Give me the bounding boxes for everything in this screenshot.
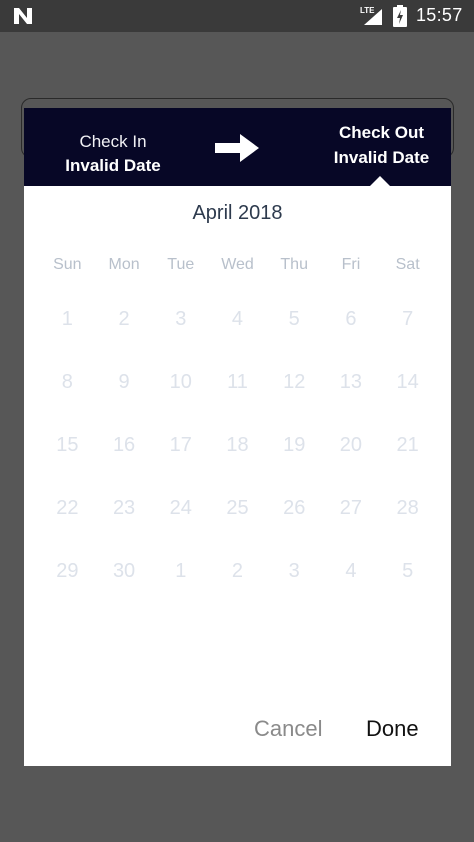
calendar-day[interactable]: 29: [39, 558, 96, 621]
battery-charging-icon: [393, 5, 407, 27]
weekday-label: Sat: [395, 256, 420, 273]
check-out-section[interactable]: Check Out Invalid Date: [319, 120, 444, 170]
weekday-label: Sun: [53, 256, 82, 273]
calendar-day[interactable]: 8: [39, 369, 96, 432]
calendar-day[interactable]: 3: [152, 306, 209, 369]
calendar-day[interactable]: 2: [96, 306, 153, 369]
calendar-day[interactable]: 22: [39, 495, 96, 558]
n-logo-icon: [14, 8, 32, 24]
calendar-day[interactable]: 19: [266, 432, 323, 495]
calendar-day[interactable]: 4: [209, 306, 266, 369]
calendar-day[interactable]: 6: [323, 306, 380, 369]
status-clock: 15:57: [416, 5, 463, 25]
calendar-day[interactable]: 12: [266, 369, 323, 432]
calendar-day[interactable]: 9: [96, 369, 153, 432]
calendar-day[interactable]: 17: [152, 432, 209, 495]
calendar-day[interactable]: 11: [209, 369, 266, 432]
check-in-value: Invalid Date: [65, 156, 161, 175]
calendar-day[interactable]: 26: [266, 495, 323, 558]
weekday-label: Thu: [280, 256, 308, 273]
calendar-day[interactable]: 15: [39, 432, 96, 495]
calendar-day[interactable]: 14: [379, 369, 436, 432]
calendar-day[interactable]: 18: [209, 432, 266, 495]
calendar-day-next-month[interactable]: 5: [379, 558, 436, 621]
calendar-day[interactable]: 5: [266, 306, 323, 369]
calendar-day[interactable]: 16: [96, 432, 153, 495]
calendar-day[interactable]: 7: [379, 306, 436, 369]
done-button[interactable]: Done: [366, 716, 419, 742]
check-out-label: Check Out: [338, 123, 425, 142]
calendar-day[interactable]: 24: [152, 495, 209, 558]
weekday-label: Mon: [108, 256, 140, 273]
check-in-label: Check In: [79, 132, 147, 151]
calendar-day[interactable]: 28: [379, 495, 436, 558]
signal-icon: [364, 9, 382, 25]
calendar-grid: 1 2 3 4 5 6 7 8 9 10 11 12 13 14 15 16 1…: [39, 306, 436, 621]
weekday-label: Tue: [167, 256, 195, 273]
cancel-button[interactable]: Cancel: [254, 716, 322, 742]
calendar-day-next-month[interactable]: 4: [323, 558, 380, 621]
date-picker-dialog: Check In Invalid Date Check Out Invalid …: [24, 108, 451, 766]
calendar-day[interactable]: 25: [209, 495, 266, 558]
calendar-day-next-month[interactable]: 2: [209, 558, 266, 621]
weekday-header: Sun Mon Tue Wed Thu Fri Sat: [39, 256, 436, 274]
status-bar: LTE 15:57: [0, 0, 474, 32]
calendar-day[interactable]: 21: [379, 432, 436, 495]
month-title: April 2018: [192, 202, 283, 224]
calendar-day[interactable]: 20: [323, 432, 380, 495]
calendar-day[interactable]: 10: [152, 369, 209, 432]
date-range-header: Check In Invalid Date Check Out Invalid …: [24, 108, 451, 186]
calendar-day[interactable]: 27: [323, 495, 380, 558]
calendar-day-next-month[interactable]: 1: [152, 558, 209, 621]
check-in-section[interactable]: Check In Invalid Date: [44, 130, 182, 178]
check-out-value: Invalid Date: [333, 148, 430, 167]
weekday-label: Fri: [341, 256, 361, 273]
calendar-day[interactable]: 13: [323, 369, 380, 432]
selection-pointer: [370, 176, 390, 186]
calendar-day[interactable]: 1: [39, 306, 96, 369]
arrow-right-icon: [215, 134, 259, 162]
calendar-day[interactable]: 30: [96, 558, 153, 621]
calendar-day[interactable]: 23: [96, 495, 153, 558]
calendar-day-next-month[interactable]: 3: [266, 558, 323, 621]
weekday-label: Wed: [221, 256, 254, 273]
